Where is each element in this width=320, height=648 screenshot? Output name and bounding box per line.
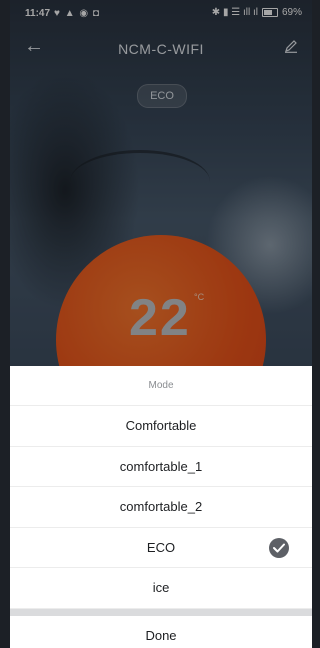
mode-option-comfortable[interactable]: Comfortable bbox=[10, 406, 312, 447]
option-label: comfortable_1 bbox=[119, 458, 203, 474]
mode-option-comfortable-1[interactable]: comfortable_1 bbox=[10, 447, 312, 487]
phone-screen: 11:47 ♥ ▲ ◉ ◘ ✱ ▮ ☰ ıll ıl 69% ← NCM-C-W… bbox=[10, 0, 312, 648]
sheet-title: Mode bbox=[10, 366, 312, 406]
check-icon bbox=[269, 537, 289, 558]
option-label: ice bbox=[152, 580, 170, 595]
mode-option-eco[interactable]: ECO bbox=[10, 528, 312, 568]
done-button[interactable]: Done bbox=[10, 616, 312, 648]
mode-option-ice[interactable]: ice bbox=[10, 568, 312, 609]
mode-option-comfortable-2[interactable]: comfortable_2 bbox=[10, 487, 312, 528]
option-label: ECO bbox=[146, 539, 176, 555]
modal-overlay[interactable] bbox=[10, 0, 312, 366]
mode-picker-sheet: Mode Comfortable comfortable_1 comfortab… bbox=[10, 366, 312, 648]
option-label: comfortable_2 bbox=[119, 499, 203, 514]
sheet-divider bbox=[10, 608, 312, 616]
option-label: Comfortable bbox=[125, 418, 197, 433]
